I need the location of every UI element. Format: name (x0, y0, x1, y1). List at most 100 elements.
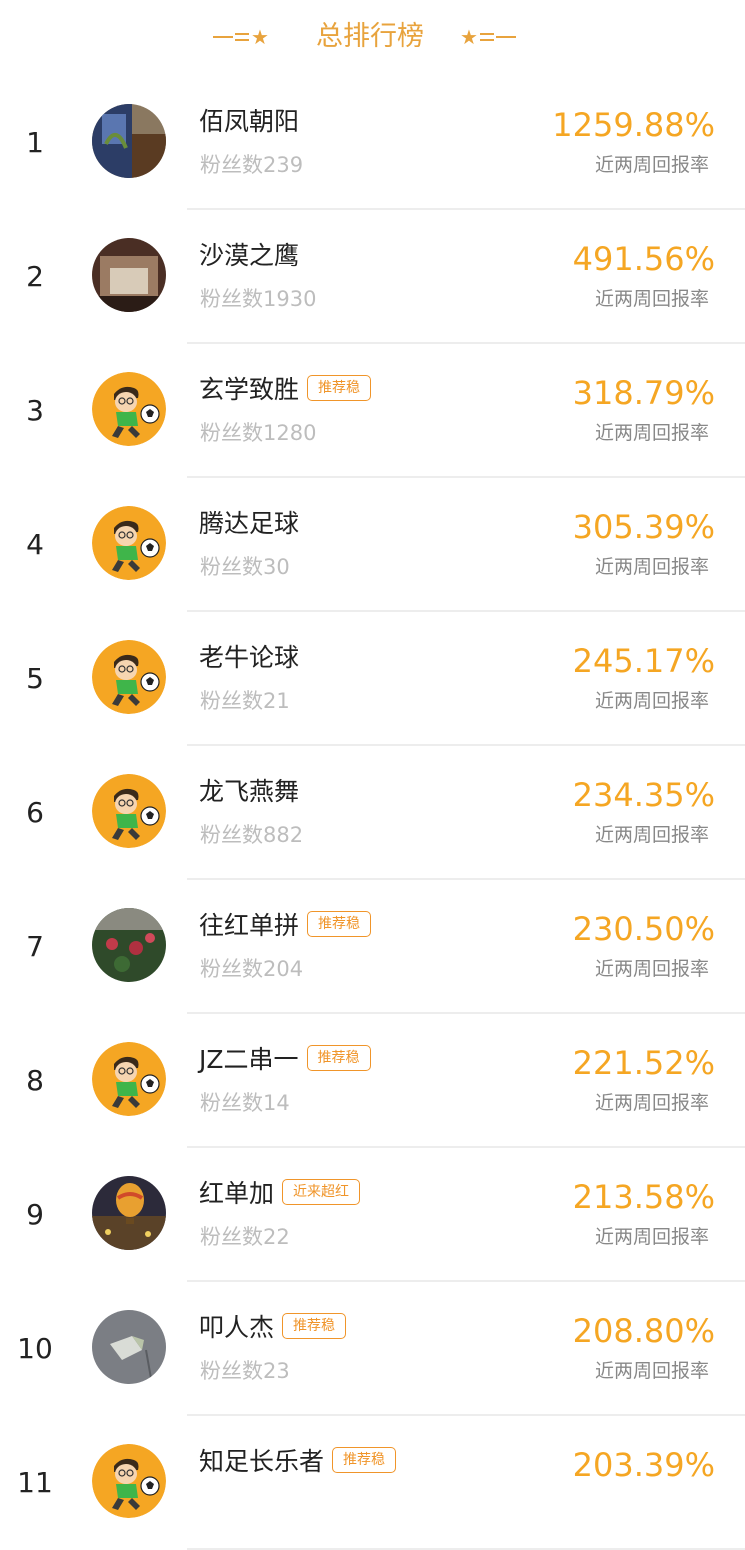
user-name[interactable]: 腾达足球 (199, 504, 299, 540)
rank-number: 4 (26, 528, 44, 561)
user-name[interactable]: 叩人杰 (199, 1308, 274, 1344)
return-rate: 234.35% (572, 776, 715, 814)
rank-number: 9 (26, 1198, 44, 1231)
fans-count: 粉丝数23 (200, 1359, 290, 1383)
ranking-row[interactable]: 3 玄学致胜 推荐稳 粉丝数1280 318.79% 近两周回报率 (0, 344, 745, 478)
ranking-row[interactable]: 5 老牛论球 粉丝数21 245.17% 近两周回报率 (0, 612, 745, 746)
rank-number: 3 (26, 394, 44, 427)
ranking-row[interactable]: 6 龙飞燕舞 粉丝数882 234.35% 近两周回报率 (0, 746, 745, 880)
name-line: JZ二串一 推荐稳 (199, 1040, 371, 1076)
ornament-bars (235, 33, 249, 41)
user-name[interactable]: JZ二串一 (199, 1040, 299, 1076)
user-avatar[interactable] (92, 908, 166, 982)
ranking-row[interactable]: 1 佰凤朝阳 粉丝数239 1259.88% 近两周回报率 (0, 76, 745, 210)
user-tag-badge: 推荐稳 (332, 1447, 397, 1473)
return-rate: 245.17% (572, 642, 715, 680)
return-rate-label: 近两周回报率 (594, 556, 709, 578)
rank-number: 7 (26, 930, 44, 963)
header-right-ornament: ★ (460, 22, 516, 52)
return-rate-label: 近两周回报率 (594, 824, 709, 846)
return-rate-label: 近两周回报率 (594, 422, 709, 444)
return-rate: 221.52% (572, 1044, 715, 1082)
ranking-row[interactable]: 4 腾达足球 粉丝数30 305.39% 近两周回报率 (0, 478, 745, 612)
return-rate: 1259.88% (552, 106, 715, 144)
name-line: 往红单拼 推荐稳 (199, 906, 372, 942)
ranking-row[interactable]: 8 JZ二串一 推荐稳 粉丝数14 221.52% 近两周回报率 (0, 1014, 745, 1148)
user-name[interactable]: 知足长乐者 (199, 1442, 324, 1478)
fans-count: 粉丝数22 (200, 1225, 290, 1249)
return-rate-label: 近两周回报率 (594, 1092, 709, 1114)
ranking-row[interactable]: 7 往红单拼 推荐稳 粉丝数204 230.50% 近两周回报率 (0, 880, 745, 1014)
user-tag-badge: 近来超红 (282, 1179, 361, 1205)
ranking-list: 1 佰凤朝阳 粉丝数239 1259.88% 近两周回报率 2 沙漠之鹰 粉丝数… (0, 76, 745, 1550)
rank-number: 10 (17, 1332, 53, 1365)
user-avatar[interactable] (92, 238, 166, 312)
user-name[interactable]: 往红单拼 (199, 906, 299, 942)
rank-number: 11 (17, 1466, 53, 1499)
user-tag-badge: 推荐稳 (306, 1045, 371, 1071)
user-avatar[interactable] (92, 104, 166, 178)
fans-count: 粉丝数1280 (200, 421, 317, 445)
star-icon: ★ (460, 25, 478, 49)
return-rate: 203.39% (572, 1446, 715, 1484)
rank-number: 8 (26, 1064, 44, 1097)
user-name[interactable]: 龙飞燕舞 (199, 772, 299, 808)
user-avatar[interactable] (92, 372, 166, 446)
user-tag-badge: 推荐稳 (307, 911, 372, 937)
return-rate: 230.50% (572, 910, 715, 948)
return-rate-label: 近两周回报率 (594, 288, 709, 310)
return-rate: 491.56% (572, 240, 715, 278)
user-tag-badge: 推荐稳 (307, 375, 372, 401)
rank-number: 5 (26, 662, 44, 695)
ornament-line (495, 36, 516, 38)
user-name[interactable]: 老牛论球 (199, 638, 299, 674)
return-rate-label: 近两周回报率 (594, 1226, 709, 1248)
user-avatar[interactable] (92, 506, 166, 580)
ornament-line (213, 36, 233, 38)
user-avatar[interactable] (92, 1042, 166, 1116)
fans-count: 粉丝数30 (200, 555, 290, 579)
fans-count: 粉丝数239 (200, 153, 304, 177)
ranking-row[interactable]: 11 知足长乐者 推荐稳 203.39% (0, 1416, 745, 1550)
name-line: 知足长乐者 推荐稳 (199, 1442, 397, 1478)
name-line: 老牛论球 (199, 638, 299, 674)
fans-count: 粉丝数882 (200, 823, 304, 847)
star-icon: ★ (251, 25, 269, 49)
user-avatar[interactable] (92, 1310, 166, 1384)
user-name[interactable]: 沙漠之鹰 (199, 236, 299, 272)
name-line: 龙飞燕舞 (199, 772, 299, 808)
user-avatar[interactable] (92, 1444, 166, 1518)
fans-count: 粉丝数1930 (200, 287, 317, 311)
fans-count: 粉丝数14 (200, 1091, 290, 1115)
user-name[interactable]: 佰凤朝阳 (199, 102, 299, 138)
return-rate: 318.79% (572, 374, 715, 412)
user-avatar[interactable] (92, 774, 166, 848)
return-rate-label: 近两周回报率 (594, 1360, 709, 1382)
rank-number: 6 (26, 796, 44, 829)
ranking-row[interactable]: 9 红单加 近来超红 粉丝数22 213.58% 近两周回报率 (0, 1148, 745, 1282)
return-rate: 213.58% (572, 1178, 715, 1216)
ranking-row[interactable]: 2 沙漠之鹰 粉丝数1930 491.56% 近两周回报率 (0, 210, 745, 344)
user-name[interactable]: 红单加 (199, 1174, 274, 1210)
page-header: ★ 总排行榜 ★ (0, 0, 745, 80)
name-line: 腾达足球 (199, 504, 299, 540)
name-line: 叩人杰 推荐稳 (199, 1308, 347, 1344)
name-line: 玄学致胜 推荐稳 (199, 370, 372, 406)
rank-number: 1 (26, 126, 44, 159)
return-rate-label: 近两周回报率 (594, 154, 709, 176)
fans-count: 粉丝数21 (200, 689, 290, 713)
name-line: 佰凤朝阳 (199, 102, 299, 138)
user-name[interactable]: 玄学致胜 (199, 370, 299, 406)
user-tag-badge: 推荐稳 (282, 1313, 347, 1339)
return-rate-label: 近两周回报率 (594, 958, 709, 980)
ranking-row[interactable]: 10 叩人杰 推荐稳 粉丝数23 208.80% 近两周回报率 (0, 1282, 745, 1416)
user-avatar[interactable] (92, 640, 166, 714)
fans-count: 粉丝数204 (200, 957, 304, 981)
rank-number: 2 (26, 260, 44, 293)
user-avatar[interactable] (92, 1176, 166, 1250)
return-rate-label: 近两周回报率 (594, 690, 709, 712)
name-line: 红单加 近来超红 (199, 1174, 361, 1210)
return-rate: 208.80% (572, 1312, 715, 1350)
return-rate: 305.39% (572, 508, 715, 546)
ornament-bars (479, 33, 494, 41)
